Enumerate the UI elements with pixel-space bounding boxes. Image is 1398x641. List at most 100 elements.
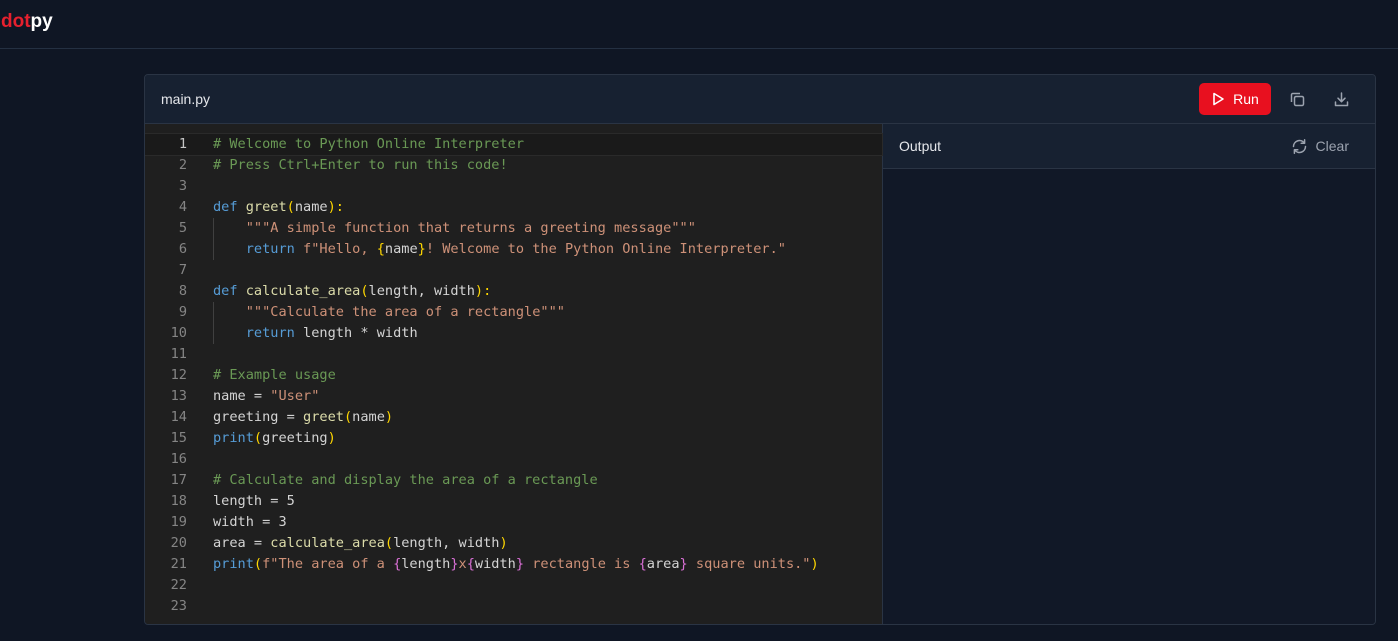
code-line[interactable]: 13 name = "User" bbox=[145, 386, 882, 407]
code-line[interactable]: 18 length = 5 bbox=[145, 491, 882, 512]
code-token: length * width bbox=[303, 325, 418, 341]
clear-button[interactable]: Clear bbox=[1291, 138, 1349, 155]
line-code: length = 5 bbox=[213, 491, 295, 512]
line-code: def calculate_area(length, width): bbox=[213, 281, 491, 302]
code-token: ( bbox=[286, 199, 295, 215]
code-token: { bbox=[376, 241, 385, 257]
code-token: } bbox=[515, 556, 525, 572]
line-number: 1 bbox=[178, 136, 187, 152]
code-token: width = 3 bbox=[213, 514, 287, 530]
code-token: ( bbox=[253, 556, 263, 572]
code-editor[interactable]: 1 # Welcome to Python Online Interpreter 2… bbox=[145, 124, 883, 624]
code-token: """Calculate the area of a rectangle""" bbox=[245, 304, 565, 320]
line-code: width = 3 bbox=[213, 512, 287, 533]
code-line[interactable]: 20 area = calculate_area(length, width) bbox=[145, 533, 882, 554]
code-token: # Example usage bbox=[213, 367, 336, 383]
code-line[interactable]: 17 # Calculate and display the area of a … bbox=[145, 470, 882, 491]
copy-button[interactable] bbox=[1286, 88, 1308, 110]
code-line[interactable]: 21 print(f"The area of a {length}x{width}… bbox=[145, 554, 882, 575]
code-line[interactable]: 1 # Welcome to Python Online Interpreter bbox=[145, 133, 883, 156]
code-line[interactable]: 8 def calculate_area(length, width): bbox=[145, 281, 882, 302]
code-token: length = 5 bbox=[213, 493, 295, 509]
line-number: 3 bbox=[178, 178, 187, 194]
code-line[interactable]: 11 bbox=[145, 344, 882, 365]
code-token: calculate_area bbox=[245, 283, 361, 299]
code-token: x bbox=[458, 556, 467, 572]
line-number: 6 bbox=[178, 241, 187, 257]
code-token: length bbox=[401, 556, 451, 572]
code-line[interactable]: 12 # Example usage bbox=[145, 365, 882, 386]
line-number: 18 bbox=[170, 493, 187, 509]
code-token: greet bbox=[245, 199, 287, 215]
line-number: 20 bbox=[170, 535, 187, 551]
line-number: 9 bbox=[178, 304, 187, 320]
code-token: rectangle is bbox=[524, 556, 639, 572]
code-token: def bbox=[213, 283, 246, 299]
code-token: """A simple function that returns a gree… bbox=[245, 220, 696, 236]
line-number: 12 bbox=[170, 367, 187, 383]
line-code: """A simple function that returns a gree… bbox=[213, 218, 696, 239]
code-token: ) bbox=[499, 535, 508, 551]
line-number: 17 bbox=[170, 472, 187, 488]
line-code: # Example usage bbox=[213, 365, 336, 386]
code-line[interactable]: 3 bbox=[145, 176, 882, 197]
code-line[interactable]: 16 bbox=[145, 449, 882, 470]
line-number: 19 bbox=[170, 514, 187, 530]
code-line[interactable]: 22 bbox=[145, 575, 882, 596]
download-icon bbox=[1334, 91, 1348, 106]
code-token: print bbox=[213, 556, 254, 572]
code-line[interactable]: 9 """Calculate the area of a rectangle""… bbox=[145, 302, 882, 323]
line-code: return f"Hello, {name}! Welcome to the P… bbox=[213, 239, 786, 260]
code-token: # Press Ctrl+Enter to run this code! bbox=[213, 157, 508, 173]
code-token: name bbox=[294, 199, 328, 215]
code-line[interactable]: 19 width = 3 bbox=[145, 512, 882, 533]
code-line[interactable]: 7 bbox=[145, 260, 882, 281]
code-token: } bbox=[679, 556, 688, 572]
code-token: greet bbox=[303, 409, 344, 425]
line-number: 5 bbox=[178, 220, 187, 236]
line-code: print(greeting) bbox=[213, 428, 336, 449]
code-line[interactable]: 6 return f"Hello, {name}! Welcome to the… bbox=[145, 239, 882, 260]
line-number: 8 bbox=[178, 283, 187, 299]
code-line[interactable]: 15 print(greeting) bbox=[145, 428, 882, 449]
line-code: print(f"The area of a {length}x{width} r… bbox=[213, 554, 819, 575]
code-token: greeting bbox=[262, 430, 328, 446]
line-number: 10 bbox=[170, 325, 187, 341]
run-button[interactable]: Run bbox=[1199, 83, 1271, 115]
download-button[interactable] bbox=[1330, 88, 1352, 110]
code-token: f"The area of a bbox=[262, 556, 394, 572]
code-line[interactable]: 14 greeting = greet(name) bbox=[145, 407, 882, 428]
code-line[interactable]: 4 def greet(name): bbox=[145, 197, 882, 218]
line-code: name = "User" bbox=[213, 386, 319, 407]
code-line[interactable]: 2 # Press Ctrl+Enter to run this code! bbox=[145, 155, 882, 176]
code-token: { bbox=[638, 556, 647, 572]
dotpy-logo[interactable]: dotpy bbox=[1, 11, 53, 33]
code-token: name = bbox=[213, 388, 271, 404]
code-line[interactable]: 5 """A simple function that returns a gr… bbox=[145, 218, 882, 239]
code-token: return bbox=[245, 241, 304, 257]
line-code: return length * width bbox=[213, 323, 418, 344]
code-token: ): bbox=[327, 199, 344, 215]
editor-header: main.py Run bbox=[145, 75, 1375, 124]
top-navbar: dotpy bbox=[0, 0, 1398, 49]
code-token: f"Hello, bbox=[303, 241, 377, 257]
code-line[interactable]: 23 bbox=[145, 596, 882, 617]
line-number: 4 bbox=[178, 199, 187, 215]
code-token: ( bbox=[253, 430, 263, 446]
code-token: ( bbox=[343, 409, 353, 425]
code-token: return bbox=[245, 325, 304, 341]
code-line[interactable]: 10 return length * width bbox=[145, 323, 882, 344]
line-number: 2 bbox=[178, 157, 187, 173]
output-header: Output Clear bbox=[883, 124, 1375, 169]
code-token: ) bbox=[810, 556, 819, 572]
code-token: calculate_area bbox=[270, 535, 385, 551]
line-code: # Welcome to Python Online Interpreter bbox=[213, 134, 524, 155]
line-number: 21 bbox=[170, 556, 187, 572]
code-token: "User" bbox=[270, 388, 320, 404]
code-token: } bbox=[450, 556, 459, 572]
code-token: greeting = bbox=[213, 409, 304, 425]
line-number: 14 bbox=[170, 409, 187, 425]
